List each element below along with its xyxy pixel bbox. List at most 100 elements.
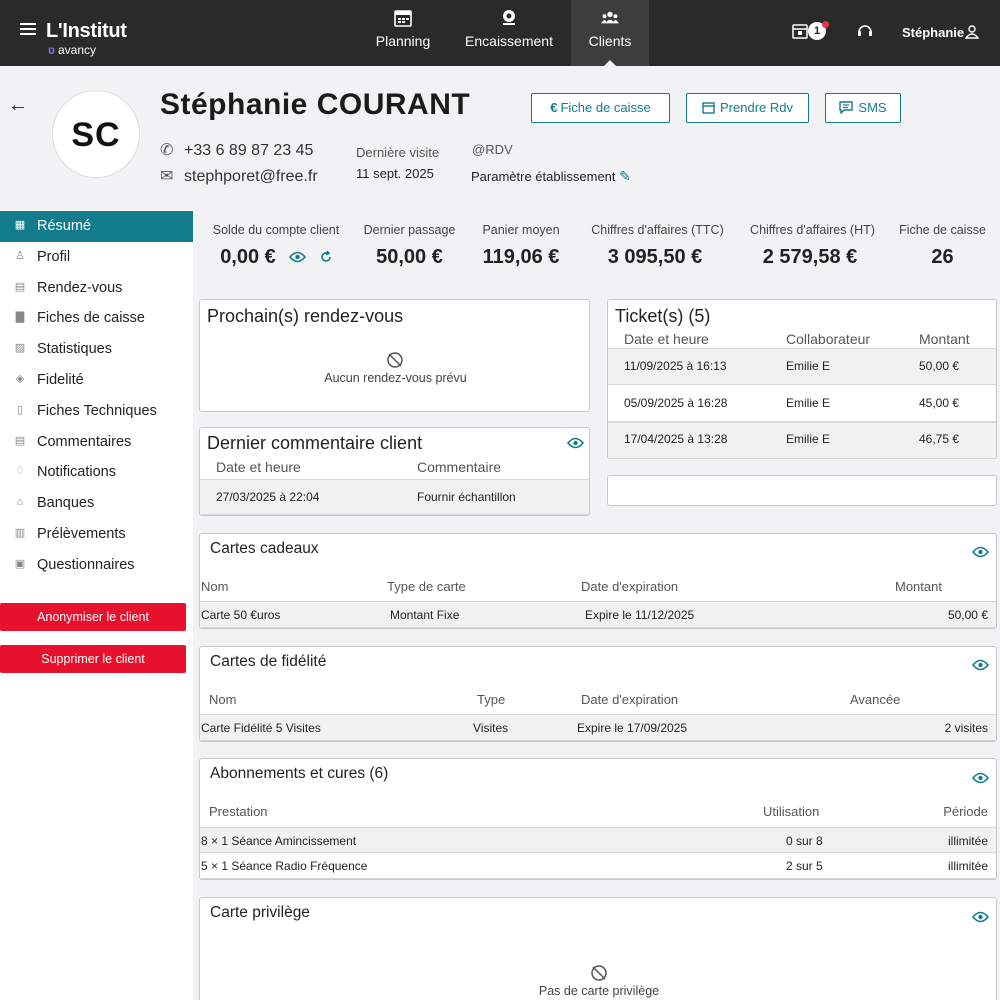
column-header: Période <box>943 804 988 819</box>
headset-icon[interactable] <box>856 22 874 40</box>
column-header: Utilisation <box>763 804 820 819</box>
sidebar-item-label: Rendez-vous <box>37 279 123 296</box>
stat-label: Chiffres d'affaires (TTC) <box>591 223 724 237</box>
stat-value: 50,00 € <box>376 246 443 268</box>
chart-icon: ▨ <box>14 342 26 355</box>
prendre-rdv-button[interactable]: Prendre Rdv <box>686 93 809 123</box>
table-cell: 8 × 1 Séance Amincissement <box>201 834 357 848</box>
pencil-icon[interactable]: ✎ <box>619 168 631 184</box>
sidebar-item-fidelite[interactable]: ◈ Fidelité <box>0 365 193 396</box>
column-header: Nom <box>201 579 229 594</box>
sidebar-item-commentaires[interactable]: ▤ Commentaires <box>0 427 193 458</box>
fiche-de-caisse-button[interactable]: € Fiche de caisse <box>531 93 670 123</box>
table-cell: Fournir échantillon <box>417 490 516 504</box>
stat-label: Dernier passage <box>363 223 456 237</box>
nav-encaissement[interactable]: Encaissement <box>460 0 558 66</box>
stat-label: Solde du compte client <box>212 223 340 237</box>
hamburger-menu-icon[interactable] <box>20 23 36 37</box>
empty-message: Pas de carte privilège <box>538 984 660 998</box>
empty-message: Aucun rendez-vous prévu <box>324 371 467 385</box>
stat-label: Panier moyen <box>482 223 560 237</box>
document-icon: ▯ <box>16 403 24 416</box>
sidebar-item-banques[interactable]: ⌂ Banques <box>0 488 193 519</box>
column-header: Montant <box>919 331 970 347</box>
last-visit-label: Dernière visite <box>356 145 440 160</box>
eye-icon[interactable] <box>567 437 584 449</box>
column-header: Commentaire <box>417 459 502 475</box>
sidebar-item-resume[interactable]: ▦ Résumé <box>0 211 193 242</box>
panel-title: Carte privilège <box>210 904 310 921</box>
tickets-pagination <box>607 475 997 506</box>
receipt-icon: ▇ <box>15 311 25 324</box>
upcoming-appointments-panel: Prochain(s) rendez-vous Aucun rendez-vou… <box>199 299 590 412</box>
table-cell: 5 × 1 Séance Radio Fréquence <box>201 859 368 873</box>
table-cell: 45,00 € <box>919 396 960 410</box>
agenda-icon[interactable] <box>792 23 808 39</box>
last-comment-panel: Dernier commentaire client Date et heure… <box>199 427 590 516</box>
table-cell: Emilie E <box>786 396 831 410</box>
eye-icon[interactable] <box>972 911 989 923</box>
sidebar-item-profil[interactable]: ♙ Profil <box>0 242 193 273</box>
table-cell: 05/09/2025 à 16:28 <box>624 396 728 410</box>
sidebar-item-statistiques[interactable]: ▨ Statistiques <box>0 334 193 365</box>
user-name[interactable]: Stéphanie <box>902 25 964 40</box>
tickets-panel: Ticket(s) (5) Date et heure Collaborateu… <box>607 299 997 459</box>
stat-value: 0,00 € <box>220 246 276 268</box>
refresh-icon[interactable] <box>319 250 333 264</box>
message-icon <box>839 101 854 115</box>
nav-clients[interactable]: Clients <box>571 0 649 67</box>
table-cell: 27/03/2025 à 22:04 <box>216 490 320 504</box>
sidebar-item-notifications[interactable]: ♢ Notifications <box>0 457 193 488</box>
client-name: Stéphanie COURANT <box>160 88 471 121</box>
column-header: Prestation <box>209 804 268 819</box>
sms-button[interactable]: SMS <box>825 93 901 123</box>
form-icon: ▣ <box>14 557 26 570</box>
nav-label: Encaissement <box>465 33 553 49</box>
eye-icon[interactable] <box>289 251 306 263</box>
calendar-icon <box>394 10 412 27</box>
table-cell: Expire le 11/12/2025 <box>585 608 695 622</box>
bank-icon: ⌂ <box>16 496 24 509</box>
panel-title: Dernier commentaire client <box>207 433 423 453</box>
sidebar-item-label: Résumé <box>37 218 91 234</box>
sidebar-item-label: Notifications <box>37 464 116 481</box>
calendar-icon: ▤ <box>14 280 26 293</box>
top-bar: L'Institut ʋ avancy Planning Encaissement… <box>0 0 1000 67</box>
sidebar-item-rendez-vous[interactable]: ▤ Rendez-vous <box>0 273 193 304</box>
grid-icon: ▦ <box>14 219 26 231</box>
loyalty-cards-panel: Cartes de fidélité Nom Type Date d'expir… <box>199 646 997 742</box>
delete-client-button[interactable]: Supprimer le client <box>0 645 186 673</box>
person-icon: ♙ <box>15 249 25 262</box>
table-cell: Emilie E <box>786 432 831 446</box>
sidebar-item-label: Fidelité <box>37 372 84 388</box>
stat-value: 119,06 € <box>482 246 560 268</box>
column-header: Collaborateur <box>786 331 871 347</box>
eye-icon[interactable] <box>972 659 989 671</box>
anonymize-client-button[interactable]: Anonymiser le client <box>0 603 186 631</box>
table-cell: 50,00 € <box>947 608 988 622</box>
eye-icon[interactable] <box>972 772 989 784</box>
panel-title: Ticket(s) (5) <box>615 306 711 326</box>
table-cell: 11/09/2025 à 16:13 <box>624 359 727 373</box>
back-arrow-icon[interactable]: ← <box>8 94 28 117</box>
client-email[interactable]: ✉ stephporet@free.fr <box>160 166 318 186</box>
stat-label: Chiffres d'affaires (HT) <box>750 223 875 237</box>
sidebar-item-label: Banques <box>37 495 95 512</box>
eye-icon[interactable] <box>972 546 989 558</box>
settings-label[interactable]: Paramètre établissement ✎ <box>471 168 631 185</box>
client-phone[interactable]: ✆ +33 6 89 87 23 45 <box>160 140 313 160</box>
sidebar-item-fiches-techniques[interactable]: ▯ Fiches Techniques <box>0 396 193 427</box>
sidebar-item-prelevements[interactable]: ▥ Prélèvements <box>0 519 193 550</box>
column-header: Date d'expiration <box>581 692 679 707</box>
sidebar-item-label: Fiches Techniques <box>37 402 157 419</box>
sidebar-item-fiches-de-caisse[interactable]: ▇ Fiches de caisse <box>0 303 193 334</box>
app-logo[interactable]: L'Institut <box>46 20 127 43</box>
sidebar-item-questionnaires[interactable]: ▣ Questionnaires <box>0 550 193 581</box>
table-cell: 46,75 € <box>919 432 960 446</box>
avatar: SC <box>52 90 140 178</box>
calendar-icon <box>702 102 715 114</box>
subscriptions-panel: Abonnements et cures (6) Prestation Util… <box>199 758 997 880</box>
nav-planning[interactable]: Planning <box>366 0 440 66</box>
user-icon[interactable] <box>965 25 979 39</box>
column-header: Date et heure <box>216 459 301 475</box>
